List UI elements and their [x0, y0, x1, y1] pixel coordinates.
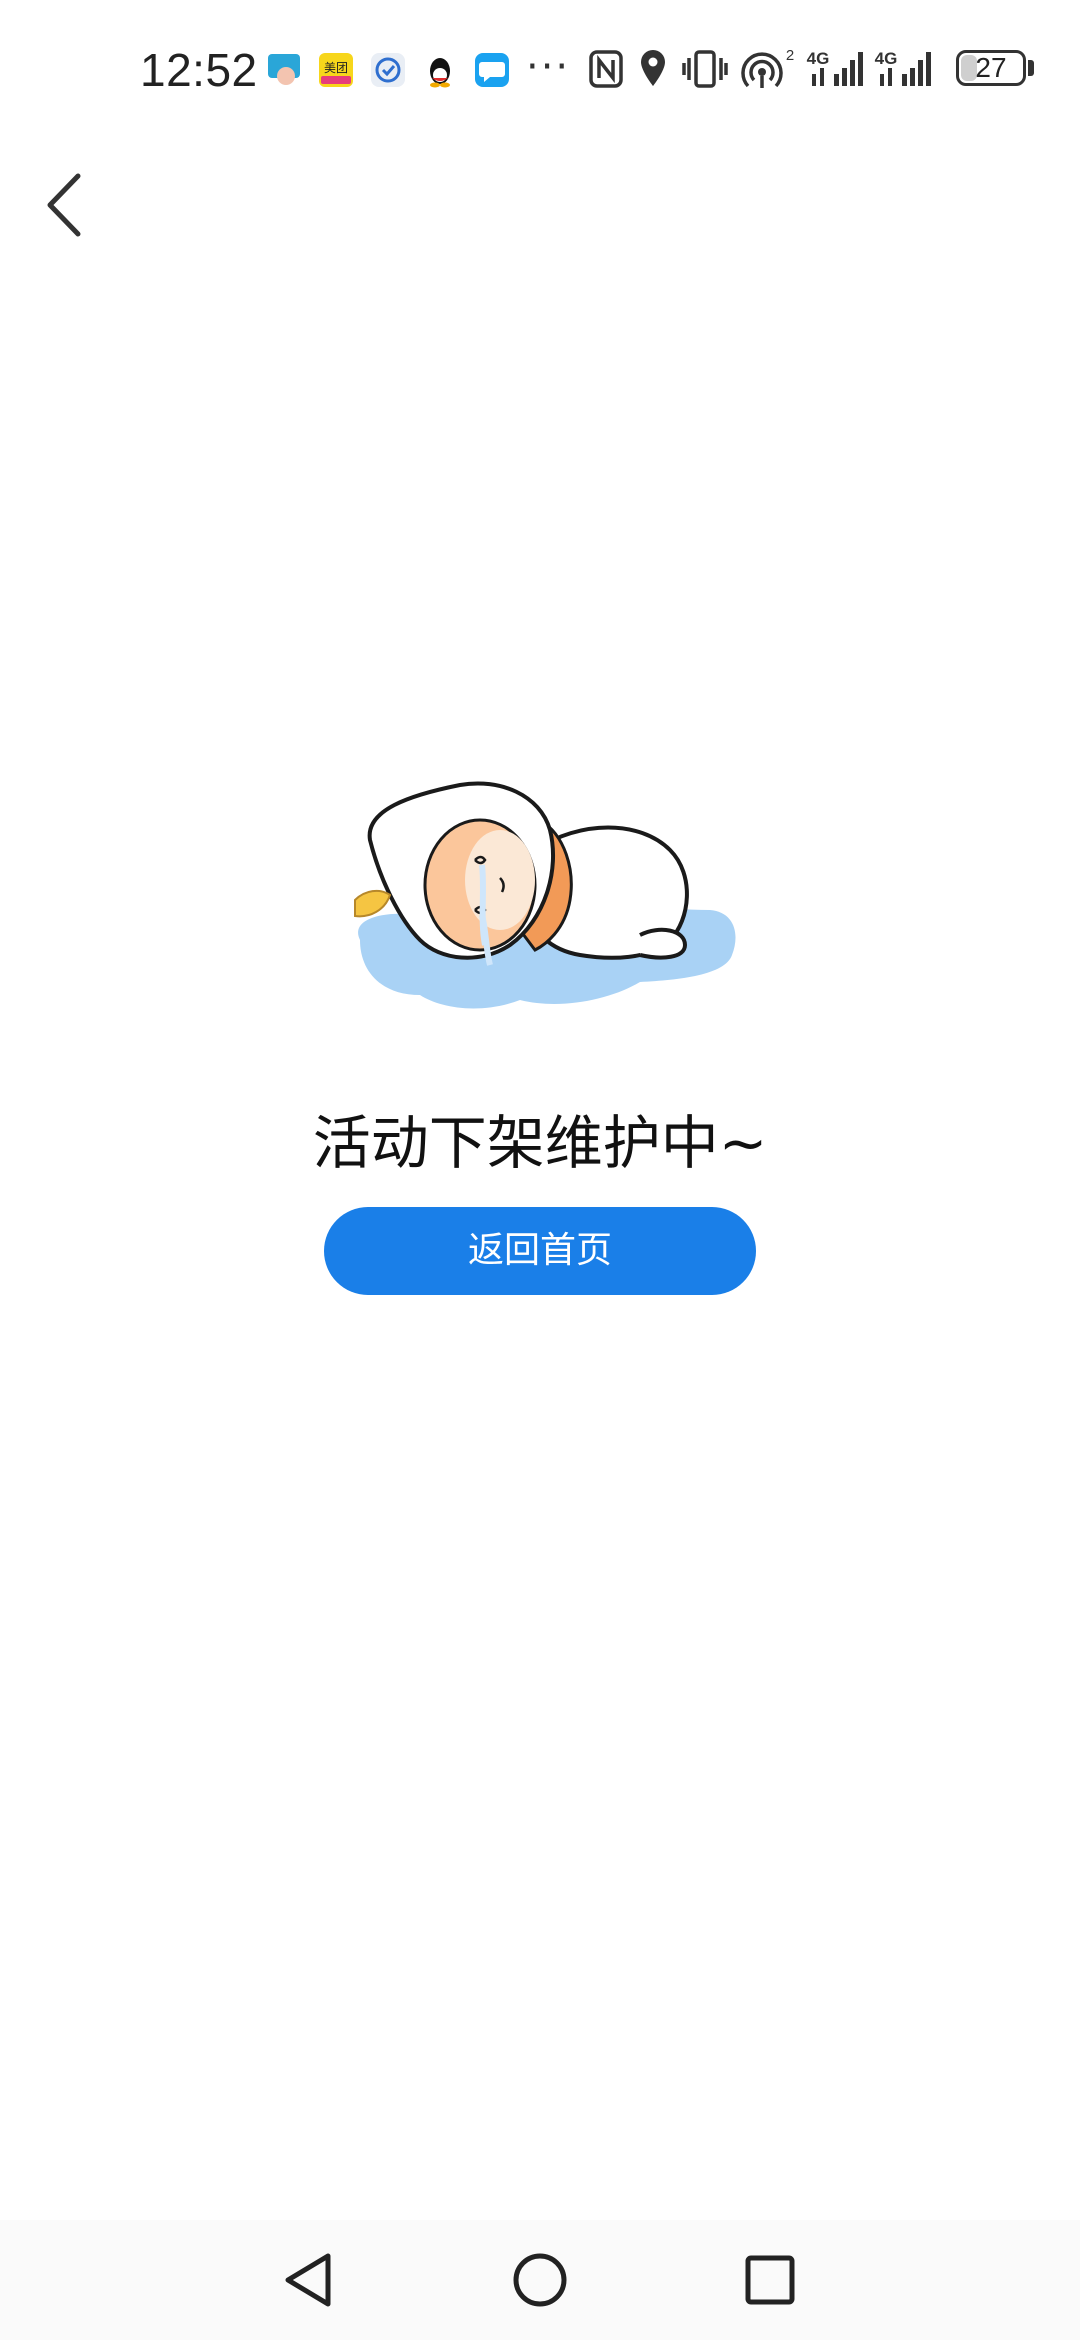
battery-cap — [1028, 60, 1034, 76]
message-app-icon — [475, 53, 509, 87]
nav-home-button[interactable] — [500, 2240, 580, 2320]
nav-recents-button[interactable] — [730, 2240, 810, 2320]
hotspot-count: 2 — [786, 47, 794, 64]
hotspot-icon: 2 — [741, 47, 794, 88]
battery-level-text: 27 — [975, 52, 1007, 83]
circle-home-icon — [513, 2253, 567, 2307]
signal-4g-icon: 4G — [875, 49, 931, 86]
location-icon — [641, 50, 665, 86]
network-type-label: 4G — [875, 49, 898, 68]
navigation-bar — [0, 2220, 1080, 2340]
screen: 12:52 美团 ··· 2 4G 4G 27 活动下架维护中~ 返回首页 — [0, 0, 1080, 2340]
sleeping-egg-illustration — [354, 781, 736, 1009]
more-notifications-indicator: ··· — [526, 44, 571, 90]
face-highlight — [465, 830, 535, 930]
vibrate-icon — [682, 50, 728, 88]
nfc-icon — [589, 50, 623, 88]
signal-4g-icon: 4G — [807, 49, 863, 86]
meituan-app-icon: 美团 — [319, 53, 353, 87]
battery-icon: 27 — [956, 50, 1026, 86]
square-recents-icon — [745, 2255, 795, 2305]
leaf-shape — [354, 889, 392, 918]
triangle-back-icon — [285, 2253, 331, 2307]
foot-shape — [639, 927, 688, 960]
svg-text:美团: 美团 — [324, 61, 348, 75]
browser-app-icon — [371, 53, 405, 87]
maintenance-message: 活动下架维护中~ — [312, 1109, 768, 1177]
return-home-button[interactable]: 返回首页 — [324, 1207, 756, 1295]
status-bar: 12:52 美团 ··· 2 4G 4G 27 — [0, 0, 1080, 130]
status-time: 12:52 — [140, 44, 258, 96]
qq-app-icon — [430, 58, 450, 88]
chevron-left-icon — [47, 173, 81, 237]
touch-app-icon — [268, 54, 300, 85]
nav-back-button[interactable] — [268, 2240, 348, 2320]
network-type-label: 4G — [807, 49, 830, 68]
back-button[interactable] — [20, 160, 110, 250]
